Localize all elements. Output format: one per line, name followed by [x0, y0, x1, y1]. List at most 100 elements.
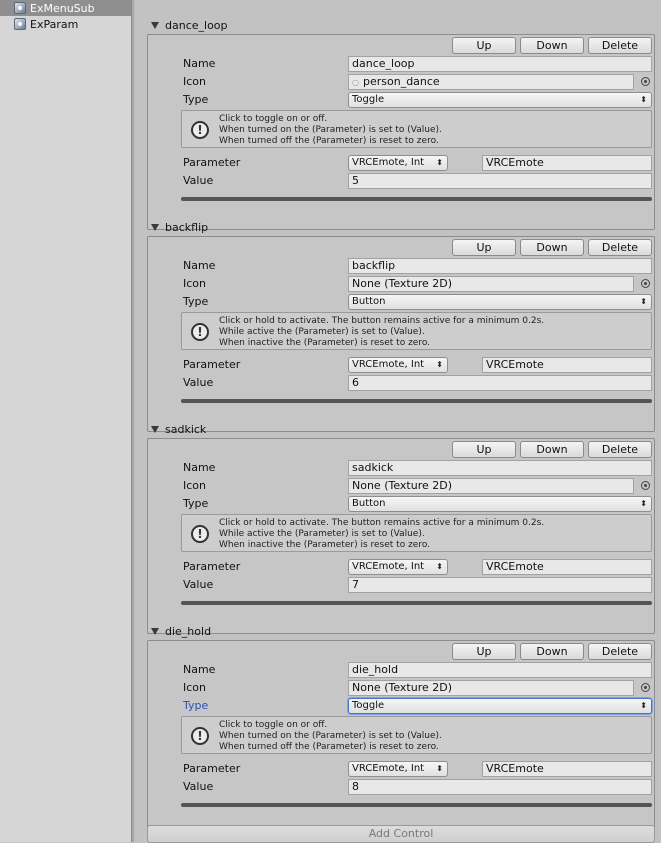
delete-button[interactable]: Delete — [588, 239, 652, 256]
control-section: sadkick Up Down Delete Name sadkick Icon… — [147, 420, 655, 634]
project-item-label: ExParam — [30, 17, 79, 31]
scroll-bar[interactable] — [181, 197, 652, 201]
help-text: Click or hold to activate. The button re… — [219, 316, 545, 326]
help-text: When turned off the (Parameter) is reset… — [219, 742, 439, 752]
down-button[interactable]: Down — [520, 643, 584, 660]
control-foldout[interactable]: sadkick — [147, 420, 655, 438]
foldout-expanded-icon — [151, 223, 159, 231]
type-label: Type — [183, 93, 209, 106]
icon-field-value: person_dance — [362, 75, 440, 88]
info-icon: ! — [191, 121, 209, 139]
delete-button[interactable]: Delete — [588, 37, 652, 54]
up-button[interactable]: Up — [452, 441, 516, 458]
project-item-label: ExMenuSub — [30, 1, 95, 15]
type-dropdown[interactable]: Button ⬍ — [348, 294, 652, 310]
parameter-label: Parameter — [183, 156, 241, 169]
value-field[interactable]: 8 — [348, 779, 652, 795]
name-field[interactable]: die_hold — [348, 662, 652, 678]
parameter-dropdown[interactable]: VRCEmote, Int ⬍ — [348, 559, 448, 575]
type-dropdown[interactable]: Toggle ⬍ — [348, 698, 652, 714]
project-panel: ExMenuSub ExParam — [0, 0, 131, 842]
dropdown-arrow-icon: ⬍ — [640, 499, 647, 508]
parameter-name-field[interactable]: VRCEmote — [482, 761, 652, 777]
help-box: ! Click to toggle on or off. When turned… — [181, 716, 652, 754]
parameter-name-field[interactable]: VRCEmote — [482, 559, 652, 575]
type-dropdown[interactable]: Toggle ⬍ — [348, 92, 652, 108]
foldout-expanded-icon — [151, 21, 159, 29]
icon-label: Icon — [183, 75, 206, 88]
parameter-dropdown-value: VRCEmote, Int — [352, 157, 425, 168]
icon-field[interactable]: ○ person_dance — [348, 74, 634, 90]
type-label: Type — [183, 295, 209, 308]
asset-icon — [14, 18, 26, 30]
type-label: Type — [183, 497, 209, 510]
object-picker-icon[interactable] — [641, 683, 650, 692]
help-text: While active the (Parameter) is set to (… — [219, 529, 425, 539]
info-icon: ! — [191, 727, 209, 745]
icon-field[interactable]: None (Texture 2D) — [348, 680, 634, 696]
up-button[interactable]: Up — [452, 37, 516, 54]
icon-field[interactable]: None (Texture 2D) — [348, 478, 634, 494]
down-button[interactable]: Down — [520, 441, 584, 458]
control-box: Up Down Delete Name die_hold Icon None (… — [147, 640, 655, 836]
parameter-name-field[interactable]: VRCEmote — [482, 155, 652, 171]
dropdown-arrow-icon: ⬍ — [640, 95, 647, 104]
value-label: Value — [183, 174, 214, 187]
control-foldout[interactable]: backflip — [147, 218, 655, 236]
control-title: die_hold — [165, 624, 212, 638]
value-field[interactable]: 6 — [348, 375, 652, 391]
parameter-name-field[interactable]: VRCEmote — [482, 357, 652, 373]
info-icon: ! — [191, 525, 209, 543]
parameter-dropdown[interactable]: VRCEmote, Int ⬍ — [348, 357, 448, 373]
foldout-expanded-icon — [151, 425, 159, 433]
name-label: Name — [183, 259, 216, 272]
project-item-exparam[interactable]: ExParam — [0, 16, 131, 32]
parameter-dropdown[interactable]: VRCEmote, Int ⬍ — [348, 155, 448, 171]
asset-icon — [14, 2, 26, 14]
control-foldout[interactable]: dance_loop — [147, 16, 655, 34]
help-text: When inactive the (Parameter) is reset t… — [219, 338, 431, 348]
up-button[interactable]: Up — [452, 643, 516, 660]
down-button[interactable]: Down — [520, 239, 584, 256]
help-text: When inactive the (Parameter) is reset t… — [219, 540, 431, 550]
inspector-panel: dance_loop Up Down Delete Name dance_loo… — [135, 0, 661, 843]
name-field[interactable]: backflip — [348, 258, 652, 274]
help-text: When turned on the (Parameter) is set to… — [219, 125, 442, 135]
object-picker-icon[interactable] — [641, 481, 650, 490]
name-field[interactable]: dance_loop — [348, 56, 652, 72]
parameter-label: Parameter — [183, 358, 241, 371]
scroll-bar[interactable] — [181, 399, 652, 403]
scroll-bar[interactable] — [181, 803, 652, 807]
scroll-bar[interactable] — [181, 601, 652, 605]
type-dropdown-value: Button — [352, 498, 386, 509]
control-foldout[interactable]: die_hold — [147, 622, 655, 640]
icon-field[interactable]: None (Texture 2D) — [348, 276, 634, 292]
icon-label: Icon — [183, 277, 206, 290]
type-dropdown[interactable]: Button ⬍ — [348, 496, 652, 512]
object-picker-icon[interactable] — [641, 77, 650, 86]
add-control-button[interactable]: Add Control — [147, 825, 655, 843]
project-item-exmenusub[interactable]: ExMenuSub — [0, 0, 131, 16]
icon-label: Icon — [183, 681, 206, 694]
parameter-dropdown[interactable]: VRCEmote, Int ⬍ — [348, 761, 448, 777]
info-icon: ! — [191, 323, 209, 341]
control-box: Up Down Delete Name dance_loop Icon ○ per… — [147, 34, 655, 230]
texture-icon: ○ — [352, 78, 359, 87]
dropdown-arrow-icon: ⬍ — [436, 764, 443, 773]
value-label: Value — [183, 578, 214, 591]
delete-button[interactable]: Delete — [588, 643, 652, 660]
dropdown-arrow-icon: ⬍ — [436, 360, 443, 369]
control-title: sadkick — [165, 422, 207, 436]
value-field[interactable]: 5 — [348, 173, 652, 189]
foldout-expanded-icon — [151, 627, 159, 635]
name-field[interactable]: sadkick — [348, 460, 652, 476]
object-picker-icon[interactable] — [641, 279, 650, 288]
type-label: Type — [183, 699, 209, 712]
help-text: When turned off the (Parameter) is reset… — [219, 136, 439, 146]
down-button[interactable]: Down — [520, 37, 584, 54]
up-button[interactable]: Up — [452, 239, 516, 256]
value-field[interactable]: 7 — [348, 577, 652, 593]
help-text: Click to toggle on or off. — [219, 720, 328, 730]
delete-button[interactable]: Delete — [588, 441, 652, 458]
value-label: Value — [183, 376, 214, 389]
